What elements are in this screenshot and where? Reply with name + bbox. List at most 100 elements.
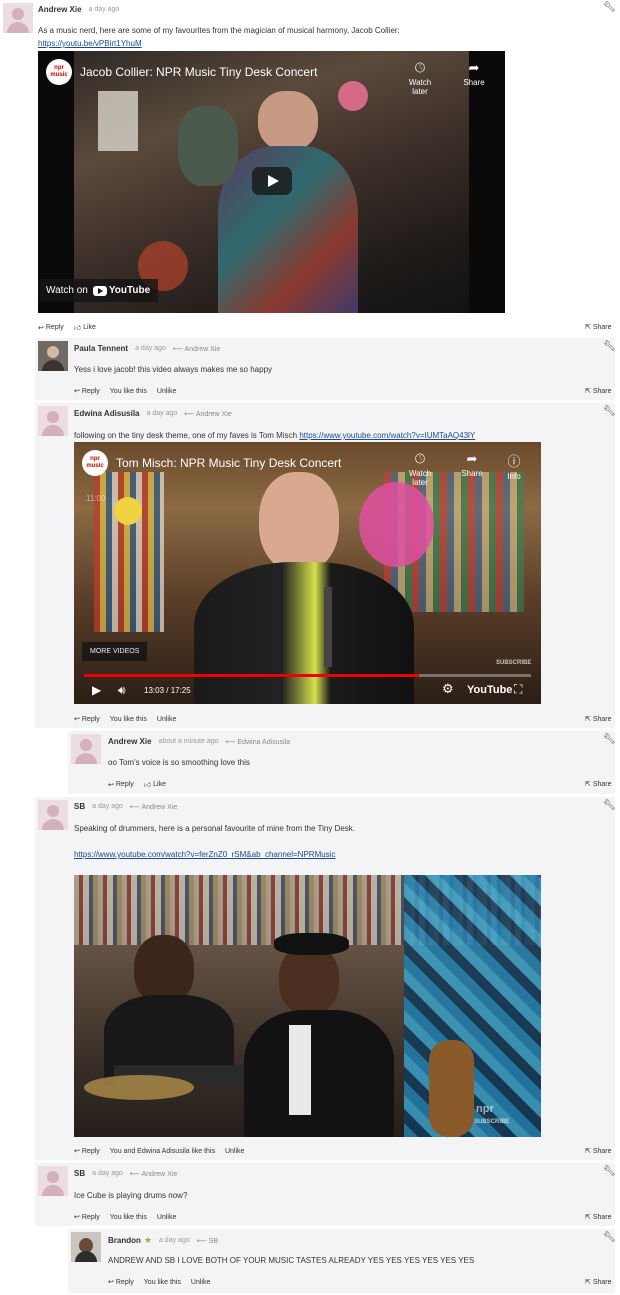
avatar[interactable]	[38, 406, 68, 436]
avatar[interactable]	[38, 800, 68, 830]
likes-summary[interactable]: You and Edwina Adisusila like this	[110, 1147, 215, 1155]
share-button[interactable]: ⇱ Share	[585, 323, 612, 331]
author-name[interactable]: Andrew Xie	[108, 737, 152, 746]
author-name[interactable]: Brandon	[108, 1236, 141, 1245]
reply-icon: ↩	[108, 781, 114, 789]
reply-to-link[interactable]: ⟵ SB	[197, 1237, 218, 1245]
share-video-button[interactable]: ➦ Share	[452, 451, 492, 478]
avatar[interactable]	[71, 734, 101, 764]
post-link[interactable]: https://youtu.be/vPBirt1YhuM	[38, 39, 142, 48]
post-time[interactable]: about a minute ago	[159, 738, 219, 745]
author-name[interactable]: SB	[74, 1169, 85, 1178]
wrench-icon[interactable]: 🔧︎	[603, 1233, 616, 1243]
wrench-icon[interactable]: 🔧︎	[603, 407, 616, 417]
unlike-button[interactable]: Unlike	[225, 1147, 244, 1155]
unlike-button[interactable]: Unlike	[191, 1278, 210, 1286]
reply-to-link[interactable]: ⟵ Andrew Xie	[130, 803, 177, 811]
play-control[interactable]: ▶	[92, 683, 101, 697]
post-time[interactable]: a day ago	[92, 803, 123, 810]
settings-gear-icon[interactable]: ⚙	[442, 681, 454, 697]
post-meta: Andrew Xie a day ago	[38, 5, 119, 14]
reply-button[interactable]: ↩ Reply	[74, 1213, 100, 1222]
share-button[interactable]: ⇱ Share	[585, 1213, 612, 1221]
subscribe-watermark[interactable]: SUBSCRIBE	[496, 660, 531, 666]
watch-later-button[interactable]: 🕓︎ Watch later	[400, 60, 440, 96]
reply-button[interactable]: ↩ Reply	[74, 1147, 100, 1156]
reply-to-link[interactable]: ⟵ Andrew Xie	[173, 345, 220, 353]
share-button[interactable]: ⇱ Share	[585, 387, 612, 395]
share-icon: ⇱	[585, 781, 591, 788]
post-link[interactable]: https://www.youtube.com/watch?v=IUMTaAQ4…	[299, 431, 475, 440]
post-text: ANDREW AND SB I LOVE BOTH OF YOUR MUSIC …	[108, 1256, 475, 1265]
post-actions: ↩ Reply You like this Unlike	[74, 387, 176, 396]
watch-on-youtube-button[interactable]: Watch on YouTube	[38, 279, 159, 302]
author-name[interactable]: Paula Tennent	[74, 344, 128, 353]
likes-summary[interactable]: You like this	[144, 1278, 181, 1286]
more-videos-button[interactable]: MORE VIDEOS	[82, 642, 148, 661]
subscribe-watermark[interactable]: SUBSCRIBE	[474, 1119, 509, 1125]
youtube-wordmark[interactable]: YouTube	[467, 684, 512, 696]
wrench-icon[interactable]: 🔧︎	[603, 342, 616, 352]
volume-icon[interactable]: 🔊︎	[118, 683, 126, 698]
reply-button[interactable]: ↩ Reply	[108, 780, 134, 789]
share-video-button[interactable]: ➦ Share	[454, 60, 494, 87]
like-button[interactable]: 👍︎ Like	[74, 323, 96, 332]
post-actions: ↩ Reply You and Edwina Adisusila like thi…	[74, 1147, 244, 1156]
share-icon: ⇱	[585, 716, 591, 723]
share-button[interactable]: ⇱ Share	[585, 1147, 612, 1155]
reply-button[interactable]: ↩ Reply	[74, 715, 100, 724]
youtube-wordmark: YouTube	[108, 285, 151, 296]
wrench-icon[interactable]: 🔧︎	[603, 801, 616, 811]
post-link[interactable]: https://www.youtube.com/watch?v=ferZnZ0_…	[74, 850, 335, 859]
post-time[interactable]: a day ago	[89, 6, 120, 13]
unlike-button[interactable]: Unlike	[157, 715, 176, 723]
video-embed-jacob-collier[interactable]: npr music Jacob Collier: NPR Music Tiny …	[38, 51, 505, 313]
wrench-icon[interactable]: 🔧︎	[603, 735, 616, 745]
video-title[interactable]: Jacob Collier: NPR Music Tiny Desk Conce…	[80, 65, 317, 79]
like-button[interactable]: 👍︎ Like	[144, 780, 166, 789]
post-paula-tennent: Paula Tennent a day ago ⟵ Andrew Xie 🔧︎ …	[35, 338, 616, 400]
video-embed-tom-misch[interactable]: npr music Tom Misch: NPR Music Tiny Desk…	[74, 442, 541, 704]
info-button[interactable]: ⓘ Info	[494, 451, 534, 481]
likes-summary[interactable]: You like this	[110, 715, 147, 723]
reply-button[interactable]: ↩ Reply	[38, 323, 64, 332]
reply-to-link[interactable]: ⟵ Andrew Xie	[130, 1170, 177, 1178]
share-button[interactable]: ⇱ Share	[585, 780, 612, 788]
post-time[interactable]: a day ago	[159, 1237, 190, 1244]
avatar[interactable]	[38, 1166, 68, 1196]
video-progress-bar[interactable]	[84, 674, 531, 677]
parent-author: Andrew Xie	[141, 803, 178, 811]
avatar[interactable]	[71, 1232, 101, 1262]
reply-to-link[interactable]: ⟵ Andrew Xie	[184, 410, 231, 418]
play-button[interactable]	[252, 167, 292, 195]
reply-button[interactable]: ↩ Reply	[74, 387, 100, 396]
author-name[interactable]: Andrew Xie	[38, 5, 82, 14]
npr-music-logo: npr music	[46, 59, 72, 85]
post-time[interactable]: a day ago	[135, 345, 166, 352]
clock-icon: 🕓︎	[414, 60, 426, 75]
share-arrow-icon: ➦	[466, 451, 478, 466]
clock-icon: 🕓︎	[414, 451, 426, 466]
reply-button[interactable]: ↩ Reply	[108, 1278, 134, 1287]
wrench-icon[interactable]: 🔧︎	[603, 1167, 616, 1177]
avatar[interactable]	[38, 341, 68, 371]
unlike-button[interactable]: Unlike	[157, 1213, 176, 1221]
video-embed-drummers[interactable]: npr SUBSCRIBE	[74, 875, 541, 1137]
post-time[interactable]: a day ago	[147, 410, 178, 417]
unlike-button[interactable]: Unlike	[157, 387, 176, 395]
avatar[interactable]	[3, 3, 33, 33]
share-button[interactable]: ⇱ Share	[585, 1278, 612, 1286]
likes-summary[interactable]: You like this	[110, 1213, 147, 1221]
video-title[interactable]: Tom Misch: NPR Music Tiny Desk Concert	[116, 456, 341, 470]
likes-summary[interactable]: You like this	[110, 387, 147, 395]
share-button[interactable]: ⇱ Share	[585, 715, 612, 723]
fullscreen-icon[interactable]: ⛶	[514, 682, 522, 697]
reply-to-link[interactable]: ⟵ Edwina Adisusila	[226, 738, 291, 746]
wrench-icon[interactable]: 🔧︎	[603, 3, 616, 13]
post-time[interactable]: a day ago	[92, 1170, 123, 1177]
author-name[interactable]: SB	[74, 802, 85, 811]
watch-later-button[interactable]: 🕓︎ Watch later	[400, 451, 440, 487]
post-andrew-xie-top: Andrew Xie a day ago 🔧︎ As a music nerd,…	[0, 0, 620, 337]
author-name[interactable]: Edwina Adisusila	[74, 409, 140, 418]
post-meta: Andrew Xie about a minute ago ⟵ Edwina A…	[108, 737, 290, 746]
